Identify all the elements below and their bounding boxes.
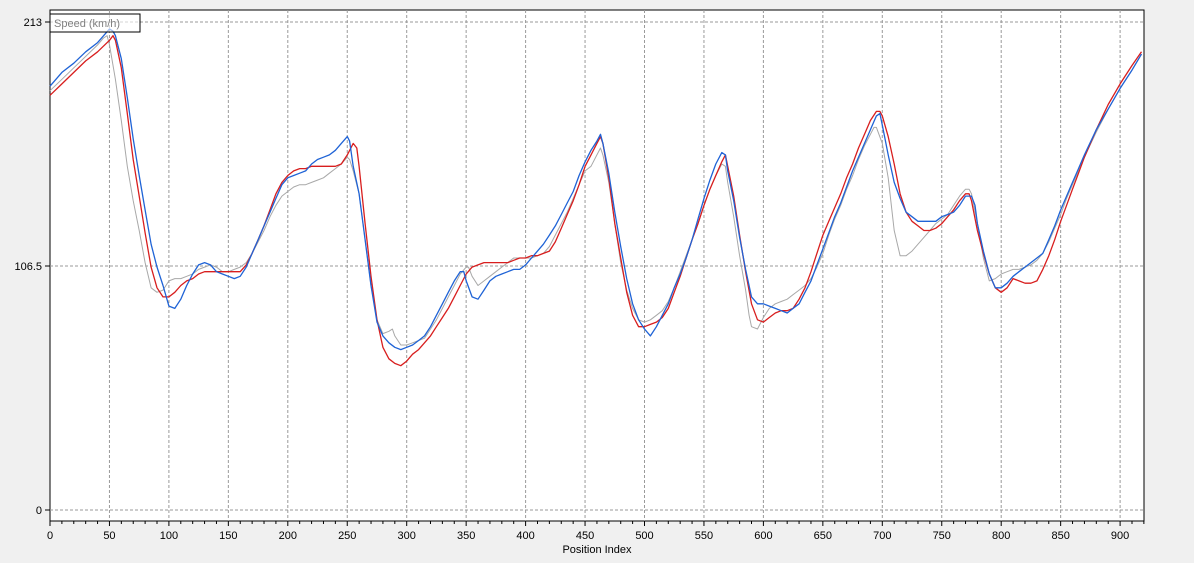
x-tick-label: 250 xyxy=(338,530,356,542)
speed-line-chart: 0 50 100 150 200 250 300 350 400 450 500 550 600 650 7… xyxy=(14,9,1145,556)
x-tick-label: 850 xyxy=(1051,530,1069,542)
chart-title-box: Speed (km/h) xyxy=(49,13,141,33)
x-tick-label: 550 xyxy=(695,530,713,542)
x-tick-label: 800 xyxy=(992,530,1010,542)
x-tick-label: 700 xyxy=(873,530,891,542)
x-tick-label: 750 xyxy=(933,530,951,542)
x-axis-label: Position Index xyxy=(562,544,632,556)
x-tick-label: 900 xyxy=(1111,530,1129,542)
x-tick-label: 650 xyxy=(814,530,832,542)
y-tick-label: 106.5 xyxy=(14,261,42,273)
x-tick-label: 150 xyxy=(219,530,237,542)
x-tick-label: 300 xyxy=(398,530,416,542)
x-tick-label: 200 xyxy=(279,530,297,542)
chart-title: Speed (km/h) xyxy=(54,18,120,30)
y-axis-ticks: 0 106.5 213 xyxy=(14,17,50,517)
x-tick-label: 500 xyxy=(635,530,653,542)
x-tick-label: 450 xyxy=(576,530,594,542)
x-tick-label: 50 xyxy=(103,530,115,542)
x-tick-label: 0 xyxy=(47,530,53,542)
x-tick-label: 600 xyxy=(754,530,772,542)
x-tick-label: 100 xyxy=(160,530,178,542)
x-axis-ticks: 0 50 100 150 200 250 300 350 400 450 500 550 600 650 7… xyxy=(47,521,1145,542)
y-tick-label: 0 xyxy=(36,505,42,517)
x-tick-label: 350 xyxy=(457,530,475,542)
x-tick-label: 400 xyxy=(516,530,534,542)
y-tick-label: 213 xyxy=(24,17,42,29)
